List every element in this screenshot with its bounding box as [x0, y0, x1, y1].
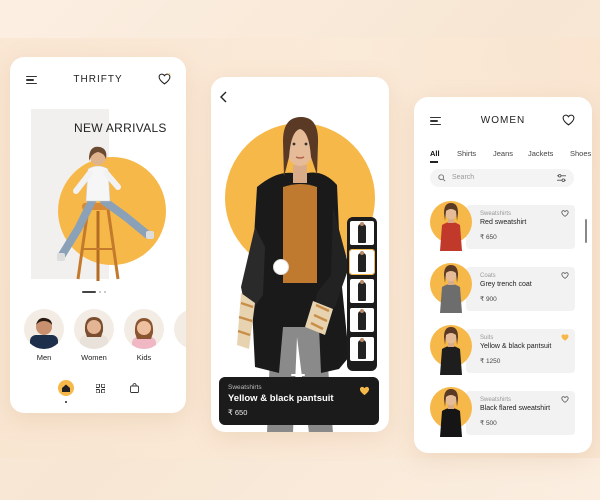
product-name: Black flared sweatshirt: [480, 405, 551, 412]
heart-icon[interactable]: [561, 210, 569, 217]
bottom-nav: [10, 375, 186, 405]
heart-filled-icon[interactable]: [359, 386, 370, 396]
hero-title: NEW ARRIVALS: [74, 121, 167, 135]
product-image[interactable]: [430, 199, 472, 251]
active-indicator: [65, 401, 67, 403]
drag-handle[interactable]: [291, 374, 305, 376]
product-name: Yellow & black pantsuit: [480, 343, 552, 350]
partial-avatar: [174, 309, 186, 349]
product-card[interactable]: Sweatshirts Black flared sweatshirt ₹ 500: [466, 391, 575, 435]
category-label: Men: [36, 353, 52, 362]
product-image[interactable]: [430, 261, 472, 313]
thumbnail[interactable]: [350, 337, 374, 361]
product-price: ₹ 900: [480, 296, 497, 303]
category-label: Kids: [136, 353, 152, 362]
home-screen: THRIFTY NEW ARRIVALS Men Women Kids: [10, 57, 186, 413]
product-row[interactable]: Suits Yellow & black pantsuit ₹ 1250: [430, 323, 575, 379]
heart-icon[interactable]: [561, 396, 569, 403]
home-header: THRIFTY: [10, 71, 186, 91]
heart-filled-icon[interactable]: [561, 334, 569, 341]
tab-all[interactable]: All: [430, 149, 440, 158]
tab-shoes[interactable]: Shoes: [570, 149, 591, 158]
thumbnail[interactable]: [350, 221, 374, 245]
kid-avatar: [124, 309, 164, 349]
product-price: ₹ 650: [228, 408, 248, 417]
product-card[interactable]: Suits Yellow & black pantsuit ₹ 1250: [466, 329, 575, 373]
product-image[interactable]: [430, 385, 472, 437]
category-men[interactable]: Men: [24, 309, 64, 362]
product-price: ₹ 1250: [480, 358, 501, 365]
search-placeholder: Search: [452, 173, 475, 181]
product-name: Red sweatshirt: [480, 219, 527, 226]
bag-icon[interactable]: [130, 383, 139, 393]
product-name: Yellow & black pantsuit: [228, 393, 334, 404]
product-category: Sweatshirts: [228, 384, 262, 391]
tab-jackets[interactable]: Jackets: [528, 149, 553, 158]
product-name: Grey trench coat: [480, 281, 532, 288]
category-women[interactable]: Women: [74, 309, 114, 362]
category-label: Women: [81, 353, 107, 362]
product-price: ₹ 650: [480, 234, 497, 241]
product-detail-screen: Sweatshirts Yellow & black pantsuit ₹ 65…: [211, 77, 389, 432]
tab-jeans[interactable]: Jeans: [493, 149, 513, 158]
thumbnail[interactable]: [350, 279, 374, 303]
product-info-card[interactable]: Sweatshirts Yellow & black pantsuit ₹ 65…: [219, 374, 379, 425]
heart-icon[interactable]: [561, 272, 569, 279]
category-kids[interactable]: Kids: [124, 309, 164, 362]
product-card[interactable]: Coats Grey trench coat ₹ 900: [466, 267, 575, 311]
product-row[interactable]: Coats Grey trench coat ₹ 900: [430, 261, 575, 317]
search-input[interactable]: Search: [430, 169, 574, 187]
filter-icon[interactable]: [557, 174, 566, 182]
category-partial[interactable]: S: [174, 309, 186, 362]
carousel-dots[interactable]: [82, 291, 109, 294]
thumbnail-strip: [347, 217, 377, 371]
color-picker-dot[interactable]: [273, 259, 289, 275]
search-icon: [438, 174, 446, 182]
active-tab-underline: [430, 161, 438, 163]
heart-icon[interactable]: [158, 73, 171, 85]
scrollbar[interactable]: [585, 219, 587, 243]
heart-icon[interactable]: [562, 114, 575, 126]
product-card[interactable]: Sweatshirts Red sweatshirt ₹ 650: [466, 205, 575, 249]
category-tabs: All Shirts Jeans Jackets Shoes: [430, 149, 592, 163]
category-label: S: [174, 353, 186, 362]
women-list-screen: WOMEN All Shirts Jeans Jackets Shoes Sea…: [414, 97, 592, 453]
woman-avatar: [74, 309, 114, 349]
model-on-stool-image: [57, 146, 154, 281]
product-image[interactable]: [430, 323, 472, 375]
product-row[interactable]: Sweatshirts Black flared sweatshirt ₹ 500: [430, 385, 575, 441]
tab-shirts[interactable]: Shirts: [457, 149, 476, 158]
thumbnail-selected[interactable]: [349, 249, 375, 275]
product-price: ₹ 500: [480, 420, 497, 427]
product-row[interactable]: Sweatshirts Red sweatshirt ₹ 650: [430, 199, 575, 255]
grid-icon[interactable]: [96, 384, 105, 393]
home-icon[interactable]: [58, 380, 74, 396]
man-avatar: [24, 309, 64, 349]
thumbnail[interactable]: [350, 308, 374, 332]
